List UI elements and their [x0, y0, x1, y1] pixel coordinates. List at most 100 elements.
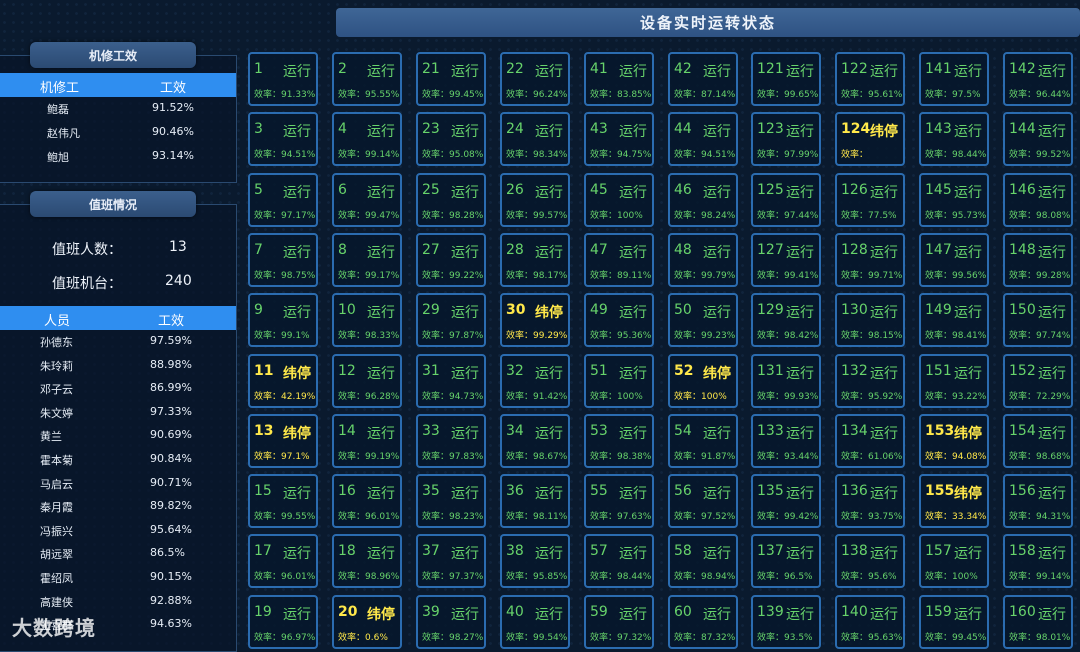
machine-card[interactable]: 13 纬停 效率：97.1% — [248, 413, 318, 468]
machine-card[interactable]: 57 运行 效率：98.44% — [584, 534, 654, 589]
machine-card[interactable]: 123 运行 效率：97.99% — [751, 112, 821, 167]
machine-card[interactable]: 60 运行 效率：87.32% — [668, 594, 738, 649]
machine-card[interactable]: 17 运行 效率：96.01% — [248, 534, 318, 589]
machine-card[interactable]: 128 运行 效率：99.71% — [835, 232, 905, 287]
machine-card[interactable]: 159 运行 效率：99.45% — [919, 594, 989, 649]
machine-card[interactable]: 45 运行 效率：100% — [584, 172, 654, 227]
machine-card[interactable]: 129 运行 效率：98.42% — [751, 293, 821, 348]
machine-card[interactable]: 136 运行 效率：93.75% — [835, 474, 905, 529]
machine-card[interactable]: 133 运行 效率：93.44% — [751, 413, 821, 468]
machine-card[interactable]: 140 运行 效率：95.63% — [835, 594, 905, 649]
machine-card[interactable]: 130 运行 效率：98.15% — [835, 293, 905, 348]
machine-card[interactable]: 48 运行 效率：99.79% — [668, 232, 738, 287]
machine-card[interactable]: 15 运行 效率：99.55% — [248, 474, 318, 529]
machine-card[interactable]: 52 纬停 效率：100% — [668, 353, 738, 408]
machine-card[interactable]: 55 运行 效率：97.63% — [584, 474, 654, 529]
machine-card[interactable]: 5 运行 效率：97.17% — [248, 172, 318, 227]
machine-card[interactable]: 8 运行 效率：99.17% — [332, 232, 402, 287]
machine-card[interactable]: 23 运行 效率：95.08% — [416, 112, 486, 167]
machine-card[interactable]: 33 运行 效率：97.83% — [416, 413, 486, 468]
machine-card[interactable]: 151 运行 效率：93.22% — [919, 353, 989, 408]
machine-card[interactable]: 12 运行 效率：96.28% — [332, 353, 402, 408]
machine-card[interactable]: 6 运行 效率：99.47% — [332, 172, 402, 227]
machine-card[interactable]: 50 运行 效率：99.23% — [668, 293, 738, 348]
machine-card[interactable]: 59 运行 效率：97.32% — [584, 594, 654, 649]
machine-card[interactable]: 147 运行 效率：99.56% — [919, 232, 989, 287]
machine-card[interactable]: 40 运行 效率：99.54% — [500, 594, 570, 649]
machine-card[interactable]: 37 运行 效率：97.37% — [416, 534, 486, 589]
machine-card[interactable]: 25 运行 效率：98.28% — [416, 172, 486, 227]
machine-card[interactable]: 155 纬停 效率：33.34% — [919, 474, 989, 529]
machine-card[interactable]: 56 运行 效率：97.52% — [668, 474, 738, 529]
machine-card[interactable]: 58 运行 效率：98.94% — [668, 534, 738, 589]
machine-card[interactable]: 47 运行 效率：89.11% — [584, 232, 654, 287]
machine-card[interactable]: 34 运行 效率：98.67% — [500, 413, 570, 468]
machine-card[interactable]: 32 运行 效率：91.42% — [500, 353, 570, 408]
machine-card[interactable]: 139 运行 效率：93.5% — [751, 594, 821, 649]
machine-card[interactable]: 127 运行 效率：99.41% — [751, 232, 821, 287]
machine-card[interactable]: 124 纬停 效率： — [835, 112, 905, 167]
machine-card[interactable]: 53 运行 效率：98.38% — [584, 413, 654, 468]
machine-card[interactable]: 142 运行 效率：96.44% — [1003, 52, 1073, 106]
machine-card[interactable]: 134 运行 效率：61.06% — [835, 413, 905, 468]
machine-card[interactable]: 41 运行 效率：83.85% — [584, 52, 654, 106]
machine-card[interactable]: 160 运行 效率：98.01% — [1003, 594, 1073, 649]
machine-card[interactable]: 149 运行 效率：98.41% — [919, 293, 989, 348]
machine-card[interactable]: 4 运行 效率：99.14% — [332, 112, 402, 167]
machine-card[interactable]: 20 纬停 效率：0.6% — [332, 594, 402, 649]
machine-card[interactable]: 14 运行 效率：99.19% — [332, 413, 402, 468]
machine-card[interactable]: 26 运行 效率：99.57% — [500, 172, 570, 227]
machine-card[interactable]: 132 运行 效率：95.92% — [835, 353, 905, 408]
machine-card[interactable]: 153 纬停 效率：94.08% — [919, 413, 989, 468]
machine-card[interactable]: 44 运行 效率：94.51% — [668, 112, 738, 167]
machine-card[interactable]: 19 运行 效率：96.97% — [248, 594, 318, 649]
machine-card[interactable]: 29 运行 效率：97.87% — [416, 293, 486, 348]
machine-card[interactable]: 137 运行 效率：96.5% — [751, 534, 821, 589]
machine-card[interactable]: 18 运行 效率：98.96% — [332, 534, 402, 589]
machine-card[interactable]: 30 纬停 效率：99.29% — [500, 293, 570, 348]
machine-card[interactable]: 144 运行 效率：99.52% — [1003, 112, 1073, 167]
machine-card[interactable]: 3 运行 效率：94.51% — [248, 112, 318, 167]
machine-card[interactable]: 36 运行 效率：98.11% — [500, 474, 570, 529]
machine-card[interactable]: 135 运行 效率：99.42% — [751, 474, 821, 529]
machine-card[interactable]: 158 运行 效率：99.14% — [1003, 534, 1073, 589]
machine-card[interactable]: 154 运行 效率：98.68% — [1003, 413, 1073, 468]
machine-card[interactable]: 143 运行 效率：98.44% — [919, 112, 989, 167]
machine-card[interactable]: 49 运行 效率：95.36% — [584, 293, 654, 348]
machine-card[interactable]: 141 运行 效率：97.5% — [919, 52, 989, 106]
machine-card[interactable]: 131 运行 效率：99.93% — [751, 353, 821, 408]
machine-card[interactable]: 38 运行 效率：95.85% — [500, 534, 570, 589]
machine-card[interactable]: 122 运行 效率：95.61% — [835, 52, 905, 106]
machine-card[interactable]: 54 运行 效率：91.87% — [668, 413, 738, 468]
machine-card[interactable]: 35 运行 效率：98.23% — [416, 474, 486, 529]
machine-card[interactable]: 146 运行 效率：98.08% — [1003, 172, 1073, 227]
machine-card[interactable]: 121 运行 效率：99.65% — [751, 52, 821, 106]
machine-card[interactable]: 46 运行 效率：98.24% — [668, 172, 738, 227]
machine-card[interactable]: 125 运行 效率：97.44% — [751, 172, 821, 227]
machine-card[interactable]: 1 运行 效率：91.33% — [248, 52, 318, 106]
machine-card[interactable]: 150 运行 效率：97.74% — [1003, 293, 1073, 348]
machine-card[interactable]: 7 运行 效率：98.75% — [248, 232, 318, 287]
machine-card[interactable]: 16 运行 效率：96.01% — [332, 474, 402, 529]
machine-card[interactable]: 28 运行 效率：98.17% — [500, 232, 570, 287]
machine-card[interactable]: 51 运行 效率：100% — [584, 353, 654, 408]
machine-card[interactable]: 27 运行 效率：99.22% — [416, 232, 486, 287]
machine-card[interactable]: 43 运行 效率：94.75% — [584, 112, 654, 167]
machine-card[interactable]: 11 纬停 效率：42.19% — [248, 353, 318, 408]
machine-card[interactable]: 2 运行 效率：95.55% — [332, 52, 402, 106]
machine-card[interactable]: 39 运行 效率：98.27% — [416, 594, 486, 649]
machine-card[interactable]: 148 运行 效率：99.28% — [1003, 232, 1073, 287]
machine-card[interactable]: 10 运行 效率：98.33% — [332, 293, 402, 348]
machine-card[interactable]: 126 运行 效率：77.5% — [835, 172, 905, 227]
machine-card[interactable]: 9 运行 效率：99.1% — [248, 293, 318, 348]
machine-card[interactable]: 156 运行 效率：94.31% — [1003, 474, 1073, 529]
machine-card[interactable]: 157 运行 效率：100% — [919, 534, 989, 589]
machine-card[interactable]: 22 运行 效率：96.24% — [500, 52, 570, 106]
machine-card[interactable]: 21 运行 效率：99.45% — [416, 52, 486, 106]
machine-card[interactable]: 138 运行 效率：95.6% — [835, 534, 905, 589]
machine-card[interactable]: 42 运行 效率：87.14% — [668, 52, 738, 106]
machine-card[interactable]: 152 运行 效率：72.29% — [1003, 353, 1073, 408]
machine-card[interactable]: 24 运行 效率：98.34% — [500, 112, 570, 167]
machine-card[interactable]: 145 运行 效率：95.73% — [919, 172, 989, 227]
machine-card[interactable]: 31 运行 效率：94.73% — [416, 353, 486, 408]
